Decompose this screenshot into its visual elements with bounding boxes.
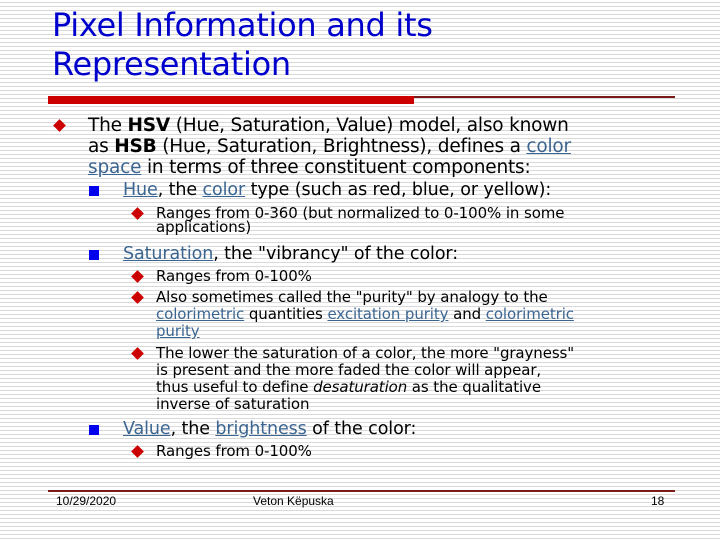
purity-text: Also sometimes called the "purity" by an… — [156, 288, 574, 340]
red-diamond-bullet-icon — [131, 347, 144, 360]
link-excitation-purity[interactable]: excitation purity — [327, 305, 448, 323]
link-hue[interactable]: Hue — [123, 180, 158, 200]
title-line-2: Representation — [52, 45, 291, 83]
blue-square-bullet-icon — [89, 250, 99, 260]
link-value[interactable]: Value — [123, 419, 171, 439]
link-color[interactable]: color — [526, 136, 571, 157]
red-diamond-bullet-icon — [131, 445, 144, 458]
red-diamond-bullet-icon — [131, 207, 144, 220]
link-purity[interactable]: purity — [156, 322, 200, 340]
red-diamond-bullet-icon — [131, 291, 144, 304]
saturation-range-text: Ranges from 0-100% — [156, 267, 312, 285]
value-bullet-text: Value, the brightness of the color: — [123, 419, 417, 439]
desaturation-text: The lower the saturation of a color, the… — [156, 344, 575, 413]
link-color-hue[interactable]: color — [203, 180, 246, 200]
main-bullet-text: The HSV (Hue, Saturation, Value) model, … — [88, 115, 571, 178]
footer-page-number: 18 — [651, 494, 665, 508]
blue-square-bullet-icon — [89, 186, 99, 196]
title-line-1: Pixel Information and its — [52, 6, 433, 44]
slide-title: Pixel Information and its Representation — [52, 6, 672, 84]
hue-bullet-text: Hue, the color type (such as red, blue, … — [123, 180, 552, 200]
hsb-bold: HSB — [114, 136, 157, 157]
title-rule — [414, 96, 675, 98]
red-diamond-bullet-icon — [53, 119, 66, 132]
footer-date: 10/29/2020 — [56, 494, 117, 508]
link-colorimetric-purity[interactable]: colorimetric — [486, 305, 574, 323]
footer-rule — [48, 490, 675, 492]
hue-range-text: Ranges from 0-360 (but normalized to 0-1… — [156, 204, 565, 236]
link-space[interactable]: space — [88, 157, 141, 178]
footer-author: Veton Këpuska — [253, 494, 334, 508]
saturation-bullet-text: Saturation, the "vibrancy" of the color: — [123, 244, 459, 264]
red-diamond-bullet-icon — [131, 270, 144, 283]
link-saturation[interactable]: Saturation — [123, 244, 213, 264]
value-range-text: Ranges from 0-100% — [156, 442, 312, 460]
link-colorimetric[interactable]: colorimetric — [156, 305, 244, 323]
link-brightness[interactable]: brightness — [215, 419, 306, 439]
blue-square-bullet-icon — [89, 425, 99, 435]
title-accent-bar — [48, 96, 414, 104]
hsv-bold: HSV — [127, 115, 171, 136]
